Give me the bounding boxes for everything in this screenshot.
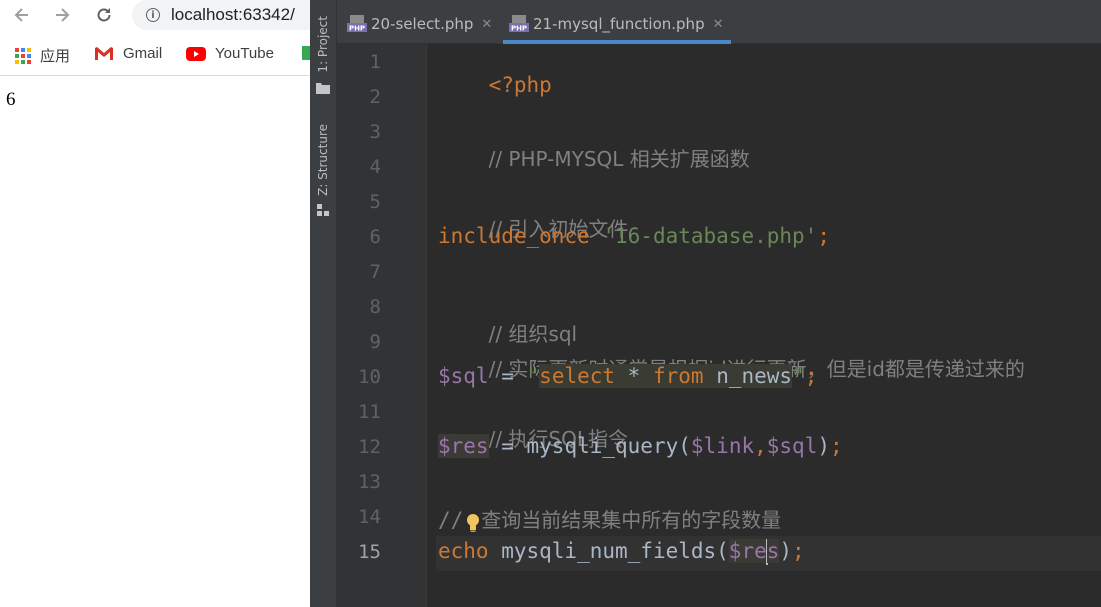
page-output-text: 6 xyxy=(6,89,16,110)
line-number: 10 xyxy=(358,366,381,388)
browser-toolbar: i localhost:63342/ xyxy=(0,0,310,32)
line-number-current: 15 xyxy=(358,541,381,563)
bookmark-label: YouTube xyxy=(215,45,274,62)
operator: = xyxy=(488,364,527,388)
bookmark-gmail[interactable]: Gmail xyxy=(94,45,162,62)
php-open-tag: <?php xyxy=(488,73,552,97)
line-number: 8 xyxy=(369,296,381,318)
structure-icon xyxy=(316,202,330,221)
line-number: 3 xyxy=(369,121,381,143)
semicolon: ; xyxy=(817,224,830,248)
bookmark-apps[interactable]: 应用 xyxy=(15,45,70,66)
toolbar-divider xyxy=(0,75,310,76)
line-number: 9 xyxy=(369,331,381,353)
intention-bulb-icon[interactable] xyxy=(466,513,480,537)
php-file-icon: PHP xyxy=(347,15,367,33)
string-literal: '16-database.php' xyxy=(602,224,818,248)
code-line-15: echo mysqli_num_fields($res); xyxy=(438,539,805,565)
bookmark-partial-icon[interactable] xyxy=(302,45,310,61)
reload-icon[interactable] xyxy=(92,3,116,27)
bookmark-label: 应用 xyxy=(40,48,71,65)
bookmark-youtube[interactable]: YouTube xyxy=(186,45,274,62)
line-number: 2 xyxy=(369,86,381,108)
paren: ) xyxy=(779,539,793,563)
bookmark-label: Gmail xyxy=(123,45,163,62)
line-number: 5 xyxy=(369,191,381,213)
code-line-10: $sql = "select * from n_news"; xyxy=(438,364,817,388)
ide-window: 1: Project Z: Structure PHP 20-select.ph… xyxy=(310,0,1101,607)
code-line-6: include_once '16-database.php'; xyxy=(438,224,830,248)
string-quote: " xyxy=(526,364,540,388)
back-arrow-icon[interactable] xyxy=(10,3,34,27)
fold-gutter xyxy=(426,44,436,607)
variable: $sql xyxy=(766,434,818,458)
function-call: mysqli_query( xyxy=(526,434,691,458)
bookmarks-bar: 应用 Gmail YouTube xyxy=(0,38,310,72)
comment: // PHP-MYSQL 相关扩展函数 xyxy=(488,147,750,171)
address-bar[interactable]: i localhost:63342/ xyxy=(132,0,310,30)
project-tool-tab[interactable]: 1: Project xyxy=(310,16,336,98)
line-number: 14 xyxy=(358,506,381,528)
operator: = xyxy=(488,434,527,458)
comment-slashes: // xyxy=(438,508,464,532)
php-file-icon: PHP xyxy=(509,15,529,33)
line-number: 13 xyxy=(358,471,381,493)
variable: $res xyxy=(438,434,489,458)
code-line-14: // 查询当前结果集中所有的字段数量 xyxy=(438,504,781,533)
structure-tab-label: Z: Structure xyxy=(316,124,330,196)
site-info-icon[interactable]: i xyxy=(146,8,160,22)
variable: $re xyxy=(728,539,767,563)
variable: $link xyxy=(690,434,755,458)
semicolon: ; xyxy=(792,539,805,563)
structure-tool-tab[interactable]: Z: Structure xyxy=(310,124,336,221)
semicolon: ; xyxy=(830,434,843,458)
sql-table: n_news xyxy=(703,364,793,388)
line-number: 1 xyxy=(369,51,381,73)
paren: ) xyxy=(817,434,830,458)
line-number: 12 xyxy=(358,436,381,458)
gmail-icon xyxy=(94,46,114,61)
folder-icon xyxy=(316,79,330,98)
semicolon: ; xyxy=(804,364,818,388)
line-number: 6 xyxy=(369,226,381,248)
variable: $sql xyxy=(438,364,489,388)
project-tab-label: 1: Project xyxy=(316,16,330,73)
close-icon[interactable]: ✕ xyxy=(481,17,492,32)
code-line-3: // PHP-MYSQL 相关扩展函数 xyxy=(438,119,750,196)
sql-keyword: from xyxy=(652,364,704,388)
code-line-12: $res = mysqli_query($link,$sql); xyxy=(438,434,843,458)
code-line-1: <?php xyxy=(438,49,552,121)
line-number: 7 xyxy=(369,261,381,283)
tab-20-select-php[interactable]: PHP 20-select.php ✕ xyxy=(347,8,492,40)
comment: 查询当前结果集中所有的字段数量 xyxy=(481,508,782,532)
comma: , xyxy=(754,434,767,458)
forward-arrow-icon[interactable] xyxy=(50,3,74,27)
tab-label: 21-mysql_function.php xyxy=(533,15,705,33)
apps-grid-icon xyxy=(15,47,31,64)
sql-keyword: select xyxy=(539,364,616,388)
tab-21-mysql-function-php[interactable]: PHP 21-mysql_function.php ✕ xyxy=(503,8,730,40)
close-icon[interactable]: ✕ xyxy=(713,17,724,32)
svg-text:PHP: PHP xyxy=(349,25,365,33)
tool-window-strip: 1: Project Z: Structure xyxy=(310,0,337,607)
tab-label: 20-select.php xyxy=(371,15,474,33)
sql-star: * xyxy=(615,364,653,388)
function-call: mysqli_num_fields( xyxy=(488,539,729,563)
line-number: 4 xyxy=(369,156,381,178)
keyword: echo xyxy=(438,539,489,563)
browser-window: i localhost:63342/ 应用 Gmail YouTube 6 xyxy=(0,0,310,607)
line-number: 11 xyxy=(358,401,381,423)
youtube-icon xyxy=(186,46,206,61)
url-text[interactable]: localhost:63342/ xyxy=(171,5,295,25)
svg-text:PHP: PHP xyxy=(511,25,527,33)
string-quote: " xyxy=(792,364,805,388)
keyword: include_once xyxy=(438,224,590,248)
editor-tab-bar: PHP 20-select.php ✕ PHP 21-mysql_functio… xyxy=(337,0,1101,44)
variable: s xyxy=(766,539,780,563)
